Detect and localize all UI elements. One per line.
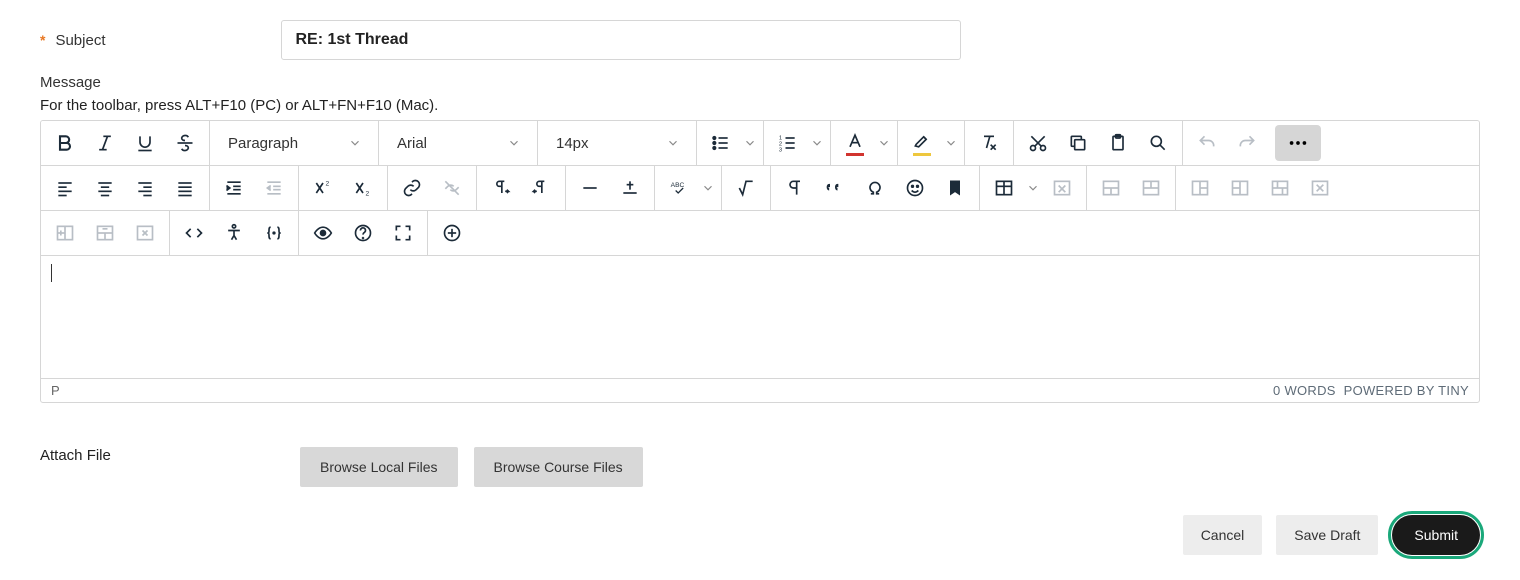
unlink-button[interactable]	[432, 166, 472, 210]
svg-text:2: 2	[366, 191, 370, 198]
svg-text:2: 2	[326, 181, 330, 188]
rich-text-editor: Paragraph Arial 14px 123	[40, 120, 1480, 403]
toolbar-hint: For the toolbar, press ALT+F10 (PC) or A…	[40, 97, 1480, 114]
code-sample-button[interactable]	[254, 211, 294, 255]
table-delete-button[interactable]	[1042, 166, 1082, 210]
preview-button[interactable]	[303, 211, 343, 255]
text-cursor	[51, 264, 52, 282]
cut-button[interactable]	[1018, 121, 1058, 165]
subject-input[interactable]	[281, 20, 961, 60]
math-button[interactable]	[726, 166, 766, 210]
superscript-button[interactable]: 2	[303, 166, 343, 210]
align-right-button[interactable]	[125, 166, 165, 210]
table-merge-button[interactable]	[1260, 166, 1300, 210]
bullet-list-button[interactable]	[701, 121, 759, 165]
outdent-button[interactable]	[254, 166, 294, 210]
hr-button[interactable]	[570, 166, 610, 210]
paste-button[interactable]	[1098, 121, 1138, 165]
font-family-select[interactable]: Arial	[383, 121, 533, 165]
numbered-list-button[interactable]: 123	[768, 121, 826, 165]
toolbar-row-3	[41, 211, 1479, 256]
special-char-button[interactable]	[855, 166, 895, 210]
link-button[interactable]	[392, 166, 432, 210]
element-path: P	[51, 383, 60, 398]
table-col-after-button[interactable]	[1220, 166, 1260, 210]
undo-button[interactable]	[1187, 121, 1227, 165]
table-row-props-button[interactable]	[85, 211, 125, 255]
toolbar-row-1: Paragraph Arial 14px 123	[41, 121, 1479, 166]
attach-file-label: Attach File	[40, 447, 300, 464]
strikethrough-button[interactable]	[165, 121, 205, 165]
browse-course-button[interactable]: Browse Course Files	[474, 447, 643, 487]
source-code-button[interactable]	[174, 211, 214, 255]
align-justify-button[interactable]	[165, 166, 205, 210]
table-col-before-button[interactable]	[1180, 166, 1220, 210]
copy-button[interactable]	[1058, 121, 1098, 165]
save-draft-button[interactable]: Save Draft	[1276, 515, 1378, 555]
redo-button[interactable]	[1227, 121, 1267, 165]
status-right: 0 WORDS POWERED BY TINY	[1273, 383, 1469, 398]
subject-label: Subject	[55, 32, 105, 49]
text-color-button[interactable]	[835, 121, 893, 165]
browse-local-button[interactable]: Browse Local Files	[300, 447, 458, 487]
accessibility-button[interactable]	[214, 211, 254, 255]
find-button[interactable]	[1138, 121, 1178, 165]
align-left-button[interactable]	[45, 166, 85, 210]
insert-line-button[interactable]	[610, 166, 650, 210]
fullscreen-button[interactable]	[383, 211, 423, 255]
font-size-select[interactable]: 14px	[542, 121, 692, 165]
table-row-before-button[interactable]	[1091, 166, 1131, 210]
table-split-button[interactable]	[1300, 166, 1340, 210]
spellcheck-button[interactable]: ABC	[659, 166, 717, 210]
table-row-after-button[interactable]	[1131, 166, 1171, 210]
bold-button[interactable]	[45, 121, 85, 165]
clear-formatting-button[interactable]	[969, 121, 1009, 165]
editor-content-area[interactable]	[41, 256, 1479, 378]
cancel-button[interactable]: Cancel	[1183, 515, 1263, 555]
table-button[interactable]	[984, 166, 1042, 210]
rtl-button[interactable]	[521, 166, 561, 210]
pilcrow-button[interactable]	[775, 166, 815, 210]
blockquote-button[interactable]	[815, 166, 855, 210]
add-content-button[interactable]	[432, 211, 472, 255]
indent-button[interactable]	[214, 166, 254, 210]
subscript-button[interactable]: 2	[343, 166, 383, 210]
align-center-button[interactable]	[85, 166, 125, 210]
more-toolbar-button[interactable]	[1275, 125, 1321, 161]
anchor-button[interactable]	[935, 166, 975, 210]
underline-button[interactable]	[125, 121, 165, 165]
block-format-select[interactable]: Paragraph	[214, 121, 374, 165]
svg-text:3: 3	[779, 147, 782, 153]
italic-button[interactable]	[85, 121, 125, 165]
ltr-button[interactable]	[481, 166, 521, 210]
submit-button[interactable]: Submit	[1392, 515, 1480, 555]
required-marker: *	[40, 32, 45, 48]
message-label: Message	[40, 74, 1480, 91]
table-cell-props-button[interactable]	[45, 211, 85, 255]
emoji-button[interactable]	[895, 166, 935, 210]
table-delete-col-button[interactable]	[125, 211, 165, 255]
help-button[interactable]	[343, 211, 383, 255]
toolbar-row-2: 2 2 ABC	[41, 166, 1479, 211]
highlight-color-button[interactable]	[902, 121, 960, 165]
